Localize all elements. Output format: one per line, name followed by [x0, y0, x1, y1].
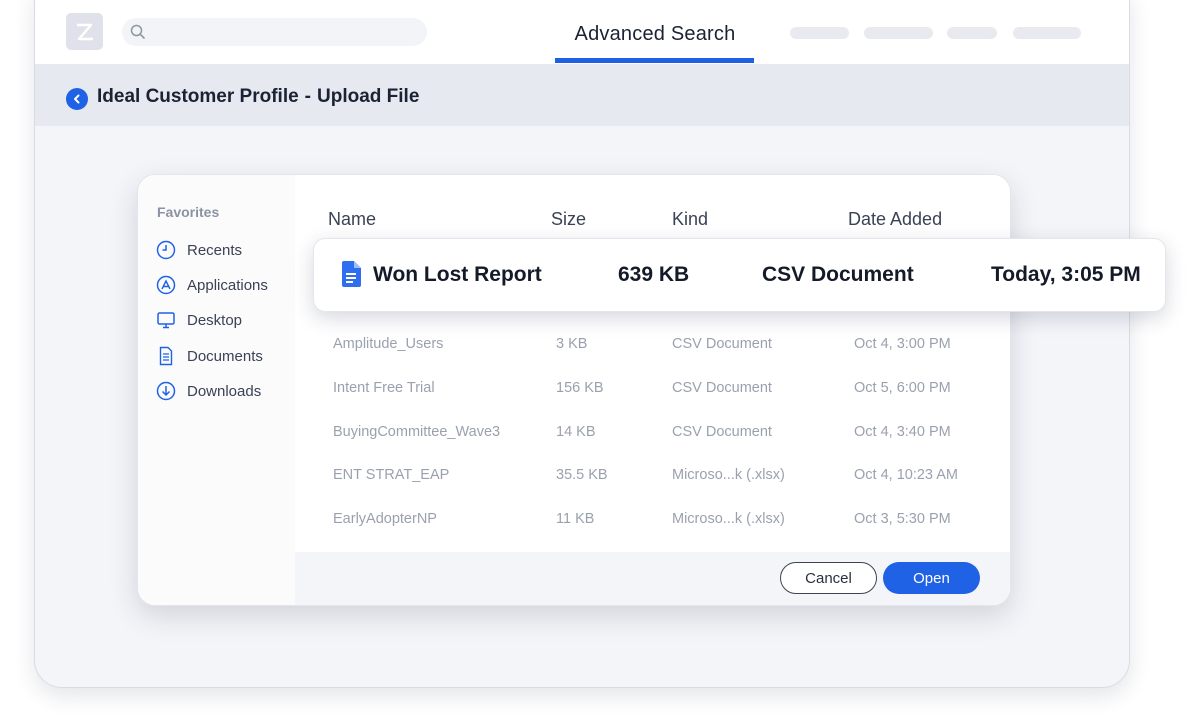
sidebar-item-label: Applications — [187, 276, 268, 294]
favorites-title: Favorites — [157, 204, 220, 220]
nav-placeholder-4[interactable] — [1013, 27, 1081, 39]
sidebar-item-recents[interactable]: Recents — [155, 237, 242, 263]
sidebar-item-label: Desktop — [187, 311, 243, 329]
file-kind: CSV Document — [672, 380, 772, 396]
table-row[interactable]: EarlyAdopterNP 11 KB Microso...k (.xlsx)… — [295, 499, 1010, 543]
search-icon — [130, 24, 145, 39]
back-button[interactable] — [66, 88, 88, 110]
column-header-size[interactable]: Size — [551, 209, 586, 230]
active-tab-indicator — [555, 58, 754, 63]
selected-file-date: Today, 3:05 PM — [991, 263, 1141, 286]
file-name: Intent Free Trial — [333, 380, 435, 396]
file-date: Oct 3, 5:30 PM — [854, 511, 951, 527]
cancel-button[interactable]: Cancel — [780, 562, 877, 594]
sidebar-item-downloads[interactable]: Downloads — [155, 378, 261, 404]
sidebar-item-applications[interactable]: Applications — [155, 272, 268, 298]
file-date: Oct 4, 10:23 AM — [854, 467, 958, 483]
sidebar-item-label: Documents — [187, 347, 263, 365]
file-kind: Microso...k (.xlsx) — [672, 511, 785, 527]
column-header-name[interactable]: Name — [328, 209, 376, 230]
file-date: Oct 4, 3:40 PM — [854, 424, 951, 440]
selected-file-row[interactable]: Won Lost Report 639 KB CSV Document Toda… — [313, 238, 1166, 312]
table-row[interactable]: ENT STRAT_EAP 35.5 KB Microso...k (.xlsx… — [295, 455, 1010, 499]
file-size: 35.5 KB — [556, 467, 608, 483]
breadcrumb-item-upload: Upload File — [317, 86, 420, 107]
favorites-sidebar: Favorites Recents Applications Desktop D… — [138, 175, 295, 605]
file-kind: CSV Document — [672, 336, 772, 352]
sidebar-item-label: Recents — [187, 241, 243, 259]
sidebar-item-desktop[interactable]: Desktop — [155, 307, 242, 333]
breadcrumb: Ideal Customer Profile - Upload File — [35, 64, 1129, 126]
search-input[interactable] — [122, 18, 427, 46]
clock-icon — [155, 239, 177, 261]
column-header-kind[interactable]: Kind — [672, 209, 708, 230]
file-kind: Microso...k (.xlsx) — [672, 467, 785, 483]
file-kind: CSV Document — [672, 424, 772, 440]
tab-advanced-search[interactable]: Advanced Search — [555, 17, 755, 63]
monitor-icon — [155, 309, 177, 331]
file-size: 156 KB — [556, 380, 604, 396]
zoominfo-logo-icon[interactable] — [66, 13, 103, 50]
breadcrumb-separator: - — [304, 86, 311, 107]
file-size: 3 KB — [556, 336, 588, 352]
nav-placeholder-1[interactable] — [790, 27, 849, 39]
file-size: 11 KB — [556, 511, 595, 527]
file-date: Oct 4, 3:00 PM — [854, 336, 951, 352]
document-icon — [155, 345, 177, 367]
column-header-date-added[interactable]: Date Added — [848, 209, 942, 230]
file-name: EarlyAdopterNP — [333, 511, 437, 527]
table-row[interactable]: Intent Free Trial 156 KB CSV Document Oc… — [295, 368, 1010, 412]
breadcrumb-item-icp[interactable]: Ideal Customer Profile — [97, 86, 299, 107]
sidebar-item-documents[interactable]: Documents — [155, 343, 263, 369]
file-date: Oct 5, 6:00 PM — [854, 380, 951, 396]
file-name: Amplitude_Users — [333, 336, 444, 352]
file-size: 14 KB — [556, 424, 596, 440]
file-name: ENT STRAT_EAP — [333, 467, 450, 483]
nav-placeholder-2[interactable] — [864, 27, 933, 39]
page-title: Ideal Customer Profile - Upload File — [97, 86, 419, 108]
table-row[interactable]: Amplitude_Users 3 KB CSV Document Oct 4,… — [295, 324, 1010, 368]
dialog-footer: Cancel Open — [295, 552, 1010, 605]
google-doc-icon — [342, 261, 361, 287]
file-name: BuyingCommittee_Wave3 — [333, 424, 501, 440]
selected-file-kind: CSV Document — [762, 263, 914, 286]
applications-icon — [155, 274, 177, 296]
selected-file-name: Won Lost Report — [373, 263, 542, 286]
nav-placeholder-3[interactable] — [947, 27, 997, 39]
sidebar-item-label: Downloads — [187, 382, 262, 400]
top-navigation-bar: Advanced Search — [35, 0, 1129, 64]
selected-file-size: 639 KB — [618, 263, 690, 286]
open-button[interactable]: Open — [883, 562, 980, 594]
table-row[interactable]: BuyingCommittee_Wave3 14 KB CSV Document… — [295, 412, 1010, 456]
chevron-left-icon — [74, 94, 80, 104]
download-icon — [155, 380, 177, 402]
